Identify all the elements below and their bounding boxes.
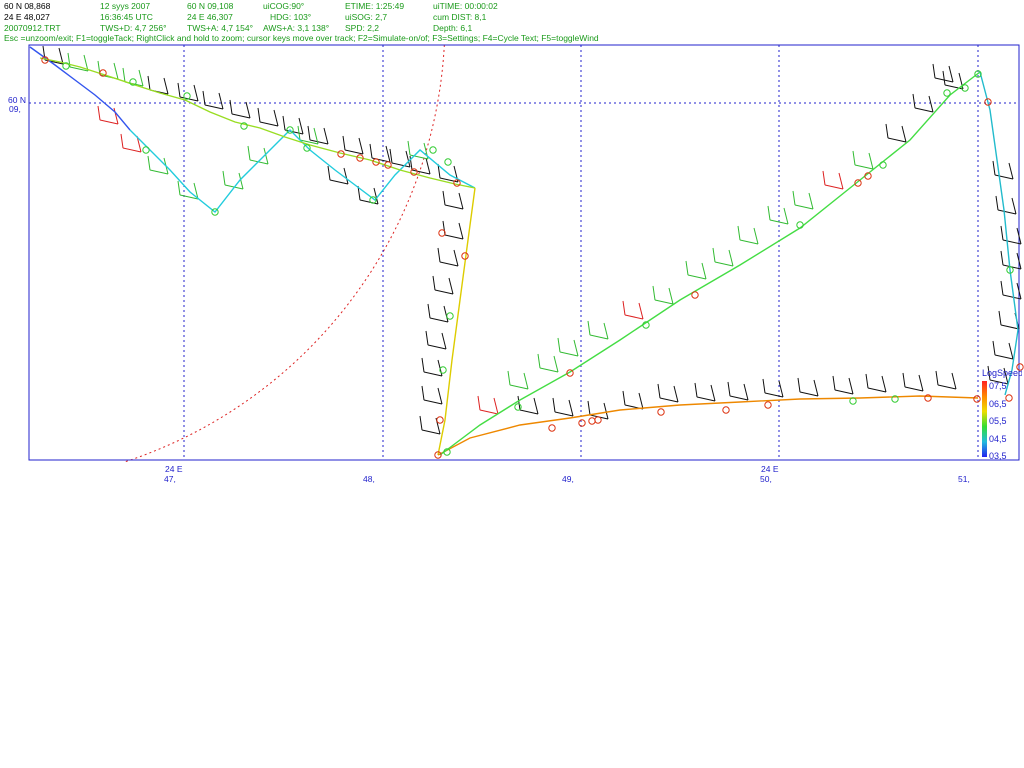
- lon-tick-49: 49,: [562, 474, 574, 484]
- wind-barb: [737, 225, 759, 245]
- wind-barb: [1000, 225, 1022, 245]
- wind-barb: [652, 285, 674, 305]
- legend-label-75: 07,5: [989, 381, 1007, 391]
- tack-marker: [588, 417, 596, 425]
- legend-label-55: 05,5: [989, 416, 1007, 426]
- wind-barb: [852, 150, 874, 170]
- wind-barb: [477, 395, 499, 415]
- wind-barb: [797, 377, 819, 397]
- wind-barb: [622, 300, 644, 320]
- wind-barb: [389, 148, 411, 168]
- track-plot[interactable]: [0, 0, 1024, 768]
- wind-barb: [425, 330, 447, 350]
- legend-title: LogSpeed: [982, 368, 1022, 378]
- wind-barb: [552, 397, 574, 417]
- range-circle: [122, 44, 445, 462]
- wind-barb: [427, 303, 449, 323]
- tack-marker: [303, 144, 311, 152]
- tack-marker: [453, 179, 461, 187]
- tack-marker: [973, 395, 981, 403]
- wind-barb: [327, 165, 349, 185]
- track-segment: [979, 71, 1019, 396]
- track-segment: [39, 57, 476, 189]
- speed-legend-bar: [982, 381, 987, 457]
- legend-label-35: 03,5: [989, 451, 1007, 461]
- lon-degree-label-1: 24 E: [165, 464, 183, 474]
- lat-minute-label: 09,: [9, 104, 21, 114]
- wind-barb: [122, 67, 144, 87]
- boat-track: [29, 46, 1019, 456]
- wind-barb: [147, 75, 169, 95]
- wind-barb: [432, 275, 454, 295]
- wind-barb: [832, 375, 854, 395]
- legend-label-65: 06,5: [989, 399, 1007, 409]
- lon-tick-51: 51,: [958, 474, 970, 484]
- wind-barb: [992, 160, 1014, 180]
- tack-marker: [142, 146, 150, 154]
- tack-marker: [657, 408, 665, 416]
- wind-barb: [767, 205, 789, 225]
- lon-degree-label-2: 24 E: [761, 464, 779, 474]
- wind-barb: [1000, 250, 1022, 270]
- wind-barb: [657, 383, 679, 403]
- wind-barb: [507, 370, 529, 390]
- wind-barb: [587, 320, 609, 340]
- wind-barb: [992, 340, 1014, 360]
- wind-barb: [442, 190, 464, 210]
- wind-barb: [421, 357, 443, 377]
- wind-barb: [202, 90, 224, 110]
- wind-barb: [685, 260, 707, 280]
- tack-marker: [444, 158, 452, 166]
- tack-marker: [943, 89, 951, 97]
- wind-barb: [727, 381, 749, 401]
- wind-barb: [865, 373, 887, 393]
- wind-barb: [995, 195, 1017, 215]
- tack-marker: [446, 312, 454, 320]
- lon-tick-50: 50,: [760, 474, 772, 484]
- wind-barb: [587, 400, 609, 420]
- wind-barb: [369, 143, 391, 163]
- wind-barb: [537, 353, 559, 373]
- tack-marker: [879, 161, 887, 169]
- wind-barb: [421, 385, 443, 405]
- tack-marker: [1005, 394, 1013, 402]
- track-segment: [439, 71, 981, 456]
- wind-barb: [694, 382, 716, 402]
- wind-barb: [307, 125, 329, 145]
- wind-barb: [762, 378, 784, 398]
- wind-barbs: [42, 45, 1022, 435]
- wind-barb: [902, 372, 924, 392]
- tack-marker: [594, 416, 602, 424]
- tack-marker: [722, 406, 730, 414]
- tack-marker: [691, 291, 699, 299]
- tack-marker: [764, 401, 772, 409]
- tack-marker: [514, 403, 522, 411]
- wind-barb: [342, 135, 364, 155]
- tack-marker: [548, 424, 556, 432]
- wind-barb: [257, 107, 279, 127]
- wind-barb: [442, 220, 464, 240]
- legend-label-45: 04,5: [989, 434, 1007, 444]
- wind-barb: [407, 140, 429, 160]
- wind-barb: [557, 337, 579, 357]
- wind-barb: [792, 190, 814, 210]
- wind-barb: [822, 170, 844, 190]
- wind-barb: [935, 370, 957, 390]
- wind-barb: [885, 123, 907, 143]
- wind-barb: [712, 247, 734, 267]
- tack-marker: [578, 419, 586, 427]
- wind-barb: [622, 390, 644, 410]
- wind-barb: [437, 247, 459, 267]
- tack-marker: [436, 416, 444, 424]
- wind-barb: [97, 105, 119, 125]
- lon-tick-47: 47,: [164, 474, 176, 484]
- wind-barb: [1000, 280, 1022, 300]
- tack-marker: [429, 146, 437, 154]
- wind-barb: [120, 133, 142, 153]
- lon-tick-48: 48,: [363, 474, 375, 484]
